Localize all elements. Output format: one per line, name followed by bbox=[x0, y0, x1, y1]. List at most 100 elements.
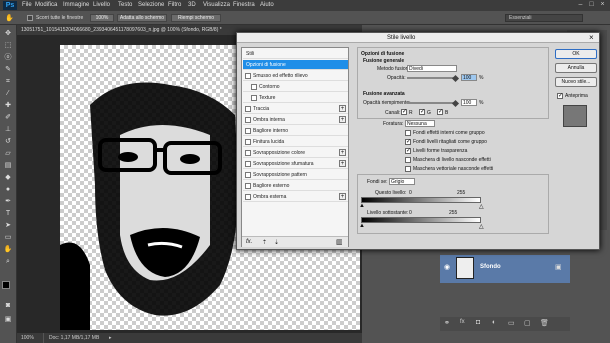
minimize-icon[interactable]: – bbox=[576, 1, 585, 9]
opacity-slider[interactable] bbox=[407, 77, 455, 79]
style-item-stroke[interactable]: Traccia + bbox=[243, 104, 348, 114]
checkbox[interactable] bbox=[245, 172, 251, 178]
channel-r-checkbox[interactable]: ✓ bbox=[401, 109, 407, 115]
zoom-level[interactable]: 100% bbox=[21, 333, 34, 343]
checkbox[interactable] bbox=[245, 117, 251, 123]
blend-clipped-layers-checkbox[interactable]: ✓ bbox=[405, 139, 411, 145]
shape-tool-icon[interactable]: ▭ bbox=[3, 233, 13, 243]
marquee-tool-icon[interactable]: ⬚ bbox=[3, 41, 13, 51]
this-layer-white-handle[interactable]: △ bbox=[479, 203, 484, 210]
menu-aiuto[interactable]: Aiuto bbox=[260, 2, 274, 8]
group-icon[interactable]: ▭ bbox=[508, 319, 515, 327]
fit-screen-button[interactable]: Adatta allo schermo bbox=[117, 14, 167, 22]
delete-effect-icon[interactable]: ▥ bbox=[336, 238, 343, 246]
style-item-inner-glow[interactable]: Bagliore interno bbox=[243, 126, 348, 136]
hand-tool-icon[interactable]: ✋ bbox=[3, 245, 13, 255]
style-item-drop-shadow[interactable]: Ombra esterna + bbox=[243, 192, 348, 202]
link-layers-icon[interactable]: ⚭ bbox=[444, 319, 450, 327]
eraser-tool-icon[interactable]: ▱ bbox=[3, 149, 13, 159]
fill-opacity-input[interactable]: 100 bbox=[461, 99, 477, 106]
ok-button[interactable]: OK bbox=[555, 49, 597, 59]
checkbox[interactable] bbox=[245, 73, 251, 79]
checkbox[interactable] bbox=[245, 194, 251, 200]
add-icon[interactable]: + bbox=[339, 160, 346, 167]
vector-mask-hides-checkbox[interactable] bbox=[405, 166, 411, 172]
maximize-icon[interactable]: □ bbox=[587, 1, 596, 9]
style-item-satin[interactable]: Finitura lucida bbox=[243, 137, 348, 147]
menu-testo[interactable]: Testo bbox=[118, 2, 132, 8]
type-tool-icon[interactable]: T bbox=[3, 209, 13, 219]
status-arrow-icon[interactable]: ▸ bbox=[109, 333, 112, 343]
scroll-all-checkbox[interactable] bbox=[27, 15, 33, 21]
trash-icon[interactable]: 🗑 bbox=[540, 319, 549, 327]
underlying-black-handle[interactable]: ▲ bbox=[359, 223, 365, 229]
fx-label[interactable]: fx. bbox=[246, 239, 252, 245]
menu-selezione[interactable]: Selezione bbox=[138, 2, 164, 8]
quick-select-tool-icon[interactable]: ✎ bbox=[3, 65, 13, 75]
style-item-blending-options[interactable]: Opzioni di fusione bbox=[243, 60, 348, 70]
add-icon[interactable]: + bbox=[339, 105, 346, 112]
checkbox[interactable] bbox=[245, 106, 251, 112]
blend-interior-effects-checkbox[interactable] bbox=[405, 130, 411, 136]
menu-immagine[interactable]: Immagine bbox=[63, 2, 89, 8]
fill-screen-button[interactable]: Riempi schermo bbox=[171, 14, 221, 22]
preview-checkbox[interactable]: ✓ bbox=[557, 93, 563, 99]
path-select-tool-icon[interactable]: ➤ bbox=[3, 221, 13, 231]
stamp-tool-icon[interactable]: ⊥ bbox=[3, 125, 13, 135]
crop-tool-icon[interactable]: ⌗ bbox=[3, 77, 13, 87]
move-down-icon[interactable]: ⇣ bbox=[274, 239, 279, 246]
add-icon[interactable]: + bbox=[339, 149, 346, 156]
new-layer-icon[interactable]: ▢ bbox=[524, 319, 531, 327]
add-icon[interactable]: + bbox=[339, 193, 346, 200]
screen-mode-icon[interactable]: ▣ bbox=[3, 315, 13, 325]
menu-filtro[interactable]: Filtro bbox=[168, 2, 181, 8]
pen-tool-icon[interactable]: ✒ bbox=[3, 197, 13, 207]
channel-b-checkbox[interactable]: ✓ bbox=[437, 109, 443, 115]
checkbox[interactable] bbox=[245, 183, 251, 189]
blend-mode-select[interactable]: Divedi bbox=[407, 65, 457, 72]
style-item-color-overlay[interactable]: Sovrapposizione colore + bbox=[243, 148, 348, 158]
menu-modifica[interactable]: Modifica bbox=[35, 2, 57, 8]
checkbox[interactable] bbox=[245, 128, 251, 134]
blur-tool-icon[interactable]: ◆ bbox=[3, 173, 13, 183]
cancel-button[interactable]: Annulla bbox=[555, 63, 597, 73]
style-item-texture[interactable]: Texture bbox=[243, 93, 348, 103]
move-up-icon[interactable]: ⇡ bbox=[262, 239, 267, 246]
checkbox[interactable] bbox=[251, 84, 257, 90]
mask-icon[interactable]: ◘ bbox=[476, 319, 480, 326]
menu-file[interactable]: File bbox=[22, 2, 32, 8]
underlying-white-handle[interactable]: △ bbox=[479, 223, 484, 230]
eyedropper-tool-icon[interactable]: ⁄ bbox=[3, 89, 13, 99]
checkbox[interactable] bbox=[245, 161, 251, 167]
fill-opacity-slider[interactable] bbox=[407, 102, 455, 104]
style-item-gradient-overlay[interactable]: Sovrapposizione sfumatura + bbox=[243, 159, 348, 169]
blend-if-select[interactable]: Grigio bbox=[389, 178, 415, 185]
style-item-inner-shadow[interactable]: Ombra interna + bbox=[243, 115, 348, 125]
checkbox[interactable] bbox=[251, 95, 257, 101]
dialog-close-icon[interactable]: × bbox=[589, 33, 594, 42]
foreground-color-swatch[interactable] bbox=[2, 281, 10, 289]
history-brush-tool-icon[interactable]: ↺ bbox=[3, 137, 13, 147]
zoom-tool-icon[interactable]: ⌕ bbox=[3, 257, 13, 267]
style-item-outer-glow[interactable]: Bagliore esterno bbox=[243, 181, 348, 191]
adjustment-icon[interactable]: ◐ bbox=[492, 319, 496, 326]
zoom-100-button[interactable]: 100% bbox=[90, 14, 114, 22]
transparency-shapes-checkbox[interactable]: ✓ bbox=[405, 148, 411, 154]
knockout-select[interactable]: Nessuna bbox=[405, 120, 435, 127]
healing-tool-icon[interactable]: ✚ bbox=[3, 101, 13, 111]
style-item-stili[interactable]: Stili bbox=[243, 49, 348, 59]
checkbox[interactable] bbox=[245, 139, 251, 145]
close-icon[interactable]: × bbox=[598, 1, 607, 9]
visibility-eye-icon[interactable]: ◉ bbox=[444, 263, 450, 271]
new-style-button[interactable]: Nuovo stile... bbox=[555, 77, 597, 87]
layer-mask-hides-checkbox[interactable] bbox=[405, 157, 411, 163]
layer-row-background[interactable]: ◉ Sfondo ▣ bbox=[440, 255, 570, 283]
menu-finestra[interactable]: Finestra bbox=[233, 2, 255, 8]
dodge-tool-icon[interactable]: ● bbox=[3, 185, 13, 195]
checkbox[interactable] bbox=[245, 150, 251, 156]
style-item-pattern-overlay[interactable]: Sovrapposizione pattern bbox=[243, 170, 348, 180]
menu-visualizza[interactable]: Visualizza bbox=[203, 2, 230, 8]
workspace-select[interactable]: Essenziali bbox=[505, 14, 583, 22]
fx-icon[interactable]: fx bbox=[460, 319, 465, 325]
menu-livello[interactable]: Livello bbox=[93, 2, 110, 8]
